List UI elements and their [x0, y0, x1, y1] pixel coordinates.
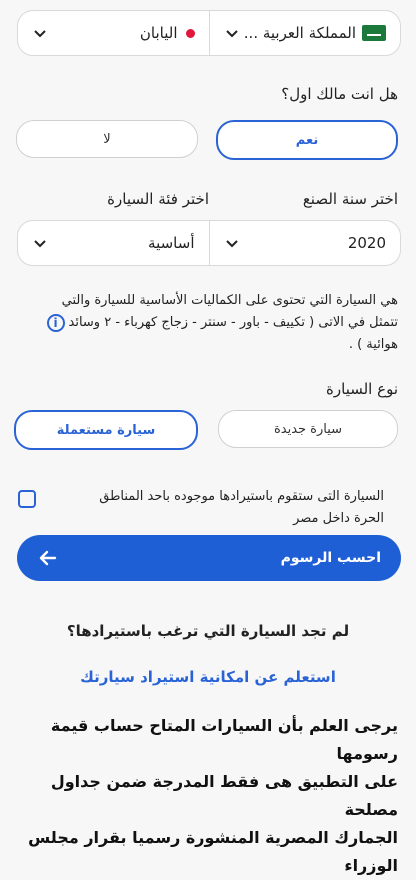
chevron-down-icon	[34, 30, 46, 38]
category-label: اختر فئة السيارة	[107, 190, 209, 208]
first-owner-question: هل انت مالك اول؟	[281, 85, 398, 103]
year-category-selector: 2020 أساسية	[17, 220, 401, 266]
chevron-down-icon	[34, 240, 46, 248]
free-zone-line1: السيارة التى ستقوم باستيرادها موجوده باح…	[99, 489, 384, 504]
used-car-button[interactable]: سيارة مستعملة	[14, 410, 198, 450]
calculate-fees-label: احسب الرسوم	[280, 550, 381, 566]
chevron-down-icon	[225, 30, 238, 38]
info-icon[interactable]: i	[46, 314, 65, 332]
destination-country-select[interactable]: اليابان	[18, 11, 210, 55]
info-note-line3: هوائية ) .	[348, 337, 398, 352]
year-select[interactable]: 2020	[210, 221, 401, 265]
not-found-question: لم تجد السيارة التي ترغب باستيرادها؟	[66, 622, 350, 640]
year-label: اختر سنة الصنع	[302, 190, 398, 208]
origin-country-value: المملكة العربية ...	[243, 24, 356, 42]
saudi-flag-icon	[362, 25, 386, 41]
calculate-fees-button[interactable]: احسب الرسوم	[17, 535, 401, 581]
car-type-label: نوع السيارة	[326, 380, 398, 398]
chevron-down-icon	[225, 240, 238, 248]
new-car-button[interactable]: سيارة جديدة	[218, 410, 398, 448]
info-note-line2: تتمثل في الاتى ( تكييف - باور - سنتر - ز…	[68, 315, 398, 330]
arrow-left-icon	[39, 550, 57, 566]
free-zone-line2: الحرة داخل مصر	[293, 511, 384, 526]
disclaimer-line1: يرجى العلم بأن السيارات المتاح حساب قيمة…	[50, 716, 398, 763]
first-owner-no-button[interactable]: لا	[16, 120, 198, 158]
disclaimer-line2: على التطبيق هى فقط المدرجة ضمن جداول مصل…	[50, 772, 398, 819]
year-value: 2020	[347, 234, 386, 252]
free-zone-text: السيارة التى ستقوم باستيرادها موجوده باح…	[99, 486, 384, 530]
inquire-import-link[interactable]: استعلم عن امكانية استيراد سيارتك	[0, 668, 416, 686]
category-value: أساسية	[148, 234, 195, 252]
country-selector: المملكة العربية ... اليابان	[17, 10, 401, 56]
free-zone-checkbox[interactable]	[18, 490, 36, 508]
disclaimer: يرجى العلم بأن السيارات المتاح حساب قيمة…	[8, 712, 398, 880]
category-select[interactable]: أساسية	[18, 221, 210, 265]
origin-country-select[interactable]: المملكة العربية ...	[210, 11, 401, 55]
info-note-row: تتمثل في الاتى ( تكييف - باور - سنتر - ز…	[16, 312, 398, 334]
japan-dot-icon	[185, 28, 195, 38]
first-owner-yes-button[interactable]: نعم	[216, 120, 398, 160]
free-zone-option[interactable]: السيارة التى ستقوم باستيرادها موجوده باح…	[18, 486, 384, 530]
disclaimer-line3: الجمارك المصرية المنشورة رسميا بقرار مجل…	[28, 828, 398, 875]
info-note-line1: هي السيارة التي تحتوى على الكماليات الأس…	[61, 293, 398, 308]
destination-country-value: اليابان	[139, 24, 178, 42]
info-note: هي السيارة التي تحتوى على الكماليات الأس…	[16, 290, 398, 356]
